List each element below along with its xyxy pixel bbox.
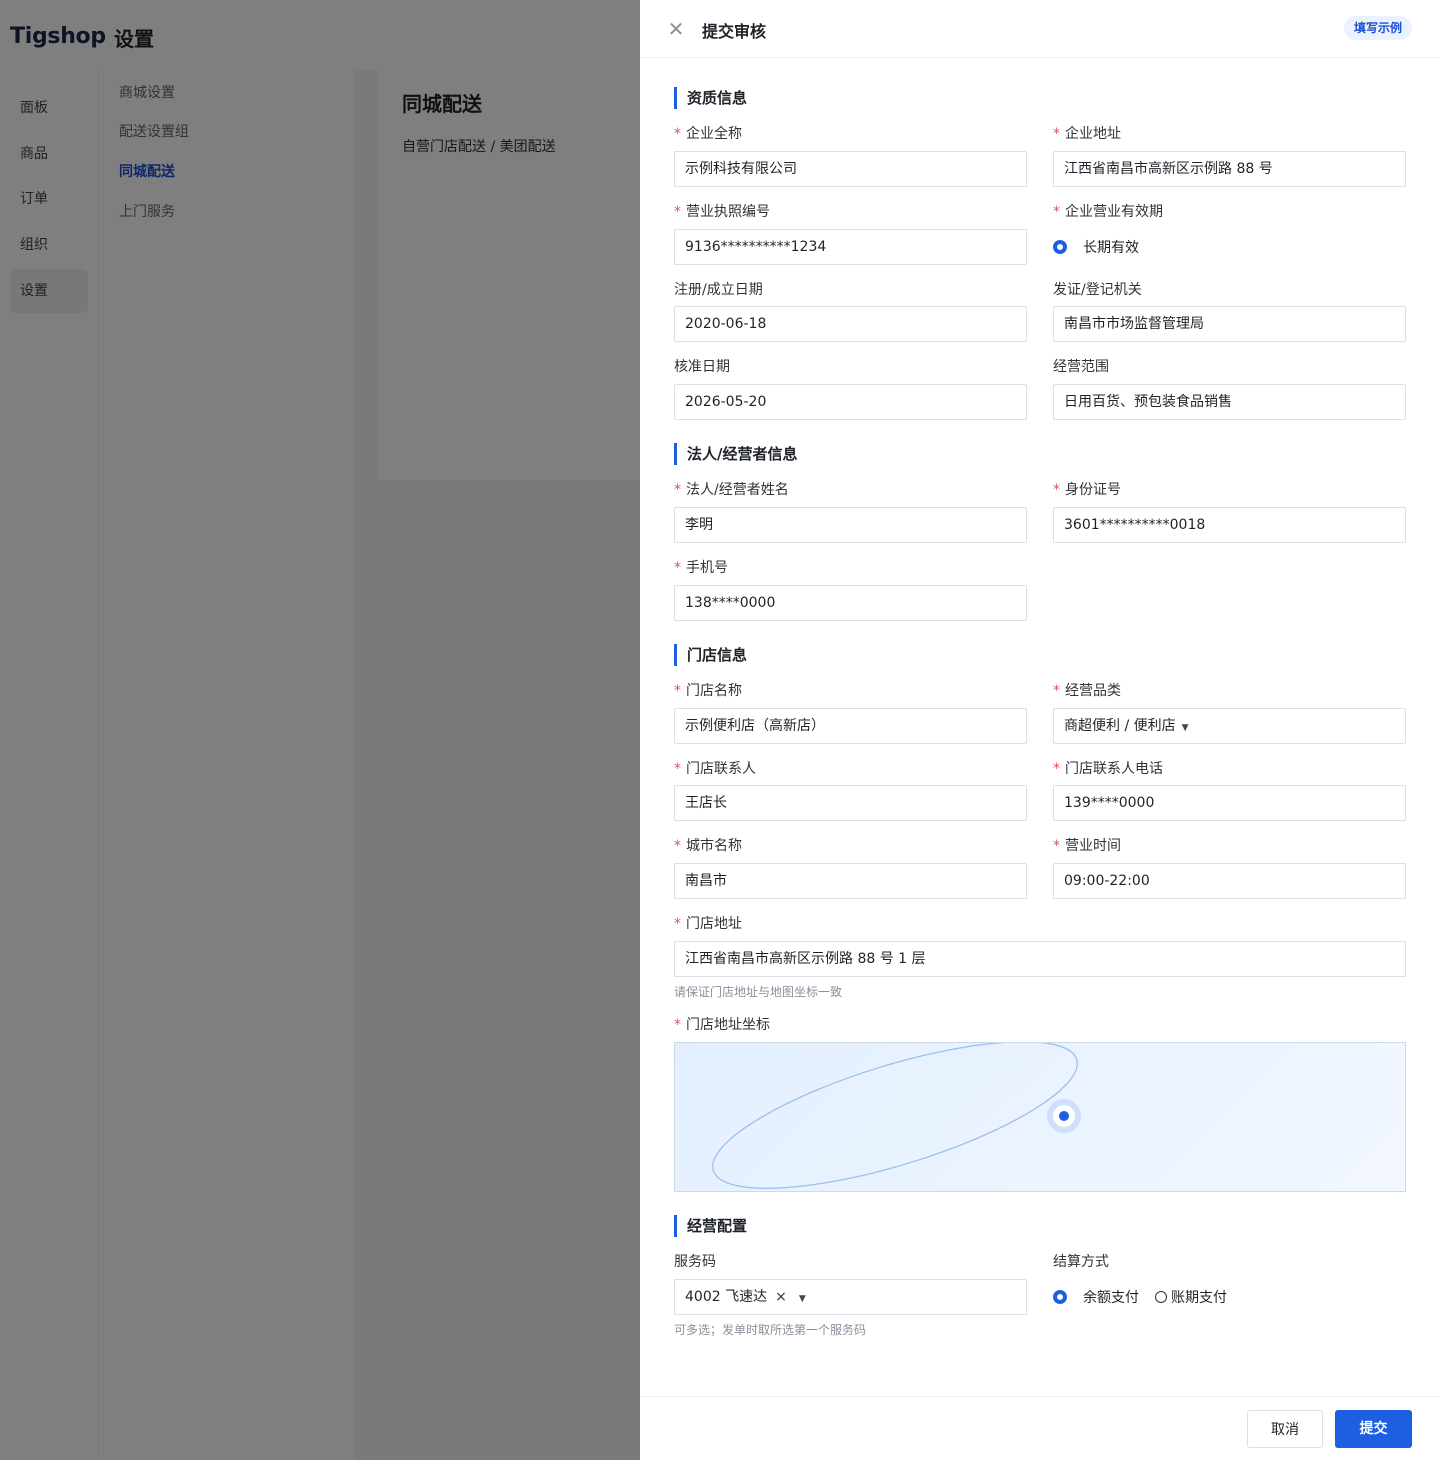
company-name-input[interactable]: 示例科技有限公司 [674, 151, 1027, 187]
legal-name-input[interactable]: 李明 [674, 507, 1027, 543]
store-address-label: * 门店地址 [674, 916, 742, 932]
drawer-header: ✕ 提交审核 填写示例 [640, 0, 1440, 58]
contact-phone-label: * 门店联系人电话 [1053, 761, 1163, 777]
issuer-input[interactable]: 南昌市市场监督管理局 [1053, 306, 1406, 342]
store-address-input[interactable]: 江西省南昌市高新区示例路 88 号 1 层 [674, 941, 1406, 977]
store-name-label: * 门店名称 [674, 683, 742, 699]
license-no-label: * 营业执照编号 [674, 204, 770, 220]
scope-input[interactable]: 日用百货、预包装食品销售 [1053, 384, 1406, 420]
settlement-label: 结算方式 [1053, 1254, 1109, 1270]
id-no-label: * 身份证号 [1053, 482, 1121, 498]
map-pin-icon[interactable] [1047, 1099, 1081, 1133]
company-address-label: * 企业地址 [1053, 126, 1121, 142]
required-mark: * [674, 204, 681, 220]
required-mark: * [1053, 683, 1060, 699]
service-code-select[interactable]: 4002 飞速达 × ▼ [674, 1279, 1027, 1315]
legal-name-label: * 法人/经营者姓名 [674, 482, 789, 498]
radio-unchecked-icon [1155, 1291, 1167, 1303]
required-mark: * [674, 683, 681, 699]
required-mark: * [1053, 761, 1060, 777]
required-mark: * [674, 838, 681, 854]
service-code-label: 服务码 [674, 1254, 716, 1270]
required-mark: * [674, 916, 681, 932]
store-address-hint: 请保证门店地址与地图坐标一致 [674, 985, 843, 999]
required-mark: * [674, 560, 681, 576]
required-mark: * [1053, 482, 1060, 498]
required-mark: * [674, 761, 681, 777]
settlement-credit-radio[interactable]: 账期支付 [1155, 1287, 1227, 1307]
chevron-down-icon: ▼ [1181, 723, 1189, 733]
settlement-balance-radio[interactable]: 余额支付 [1053, 1287, 1139, 1307]
required-mark: * [674, 1017, 681, 1033]
required-mark: * [1053, 838, 1060, 854]
scope-label: 经营范围 [1053, 359, 1109, 375]
reg-date-input[interactable]: 2020-06-18 [674, 306, 1027, 342]
city-input[interactable]: 南昌市 [674, 863, 1027, 899]
license-no-input[interactable]: 9136**********1234 [674, 229, 1027, 265]
company-address-input[interactable]: 江西省南昌市高新区示例路 88 号 [1053, 151, 1406, 187]
service-code-hint: 可多选；发单时取所选第一个服务码 [674, 1323, 867, 1337]
drawer-footer: 取消 提交 [640, 1396, 1440, 1460]
contact-input[interactable]: 王店长 [674, 785, 1027, 821]
map-region-outline [712, 1043, 1078, 1189]
reg-date-label: 注册/成立日期 [674, 282, 763, 298]
section-qualification: 资质信息 [674, 87, 747, 109]
store-name-input[interactable]: 示例便利店（高新店） [674, 708, 1027, 744]
contact-phone-input[interactable]: 139****0000 [1053, 785, 1406, 821]
required-mark: * [1053, 204, 1060, 220]
contact-label: * 门店联系人 [674, 761, 756, 777]
section-legal: 法人/经营者信息 [674, 443, 797, 465]
drawer-title: 提交审核 [702, 22, 767, 41]
id-no-input[interactable]: 3601**********0018 [1053, 507, 1406, 543]
phone-input[interactable]: 138****0000 [674, 585, 1027, 621]
approve-date-label: 核准日期 [674, 359, 730, 375]
submit-button[interactable]: 提交 [1335, 1410, 1412, 1448]
required-mark: * [674, 126, 681, 142]
service-code-tag: 4002 飞速达 [685, 1289, 768, 1305]
radio-checked-icon [1053, 1290, 1067, 1304]
radio-checked-icon [1053, 240, 1067, 254]
approve-date-input[interactable]: 2026-05-20 [674, 384, 1027, 420]
close-icon[interactable]: ✕ [666, 19, 686, 39]
city-label: * 城市名称 [674, 838, 742, 854]
validity-long-term-radio[interactable]: 长期有效 [1053, 237, 1139, 257]
category-select[interactable]: 商超便利 / 便利店 ▼ [1053, 708, 1406, 744]
phone-label: * 手机号 [674, 560, 728, 576]
coords-label: * 门店地址坐标 [674, 1017, 770, 1033]
fill-example-button[interactable]: 填写示例 [1343, 16, 1412, 40]
section-business: 经营配置 [674, 1215, 747, 1237]
map-graphics [712, 1043, 1081, 1189]
category-label: * 经营品类 [1053, 683, 1121, 699]
required-mark: * [674, 482, 681, 498]
hours-label: * 营业时间 [1053, 838, 1121, 854]
hours-input[interactable]: 09:00-22:00 [1053, 863, 1406, 899]
issuer-label: 发证/登记机关 [1053, 282, 1142, 298]
store-coords-map[interactable] [674, 1042, 1406, 1192]
remove-tag-icon[interactable]: × [775, 1289, 787, 1305]
chevron-down-icon: ▼ [798, 1294, 806, 1304]
submit-review-drawer: ✕ 提交审核 填写示例 资质信息 * 企业全称 示例科技有限公司 * 企业地址 江西… [640, 0, 1440, 1460]
section-store: 门店信息 [674, 644, 747, 666]
company-name-label: * 企业全称 [674, 126, 742, 142]
cancel-button[interactable]: 取消 [1247, 1410, 1323, 1448]
required-mark: * [1053, 126, 1060, 142]
validity-label: * 企业营业有效期 [1053, 204, 1163, 220]
